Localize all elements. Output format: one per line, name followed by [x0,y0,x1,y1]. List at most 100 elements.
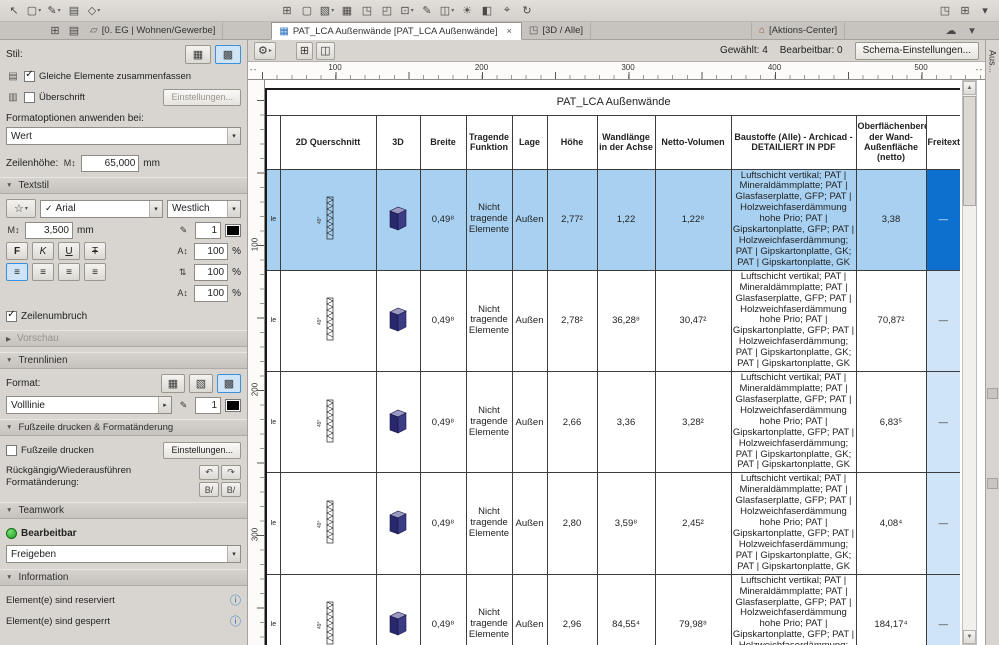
separator-style-1-button[interactable]: ▦ [161,374,185,393]
section-fusszeile[interactable]: ▼ Fußzeile drucken & Formatänderung [0,419,247,436]
cell-tragende-funktion[interactable]: Nicht tragende Elemente [465,168,513,271]
cell-hoehe[interactable]: 2,78² [546,269,598,373]
section-textstil[interactable]: ▼ Textstil [0,177,247,194]
cell-hoehe[interactable]: 2,66 [546,371,598,474]
align-left-button[interactable]: ≡ [6,263,28,281]
section-2d-cell[interactable]: 49° [279,269,377,373]
vertical-scrollbar[interactable]: ▲ ▼ [962,80,977,645]
preview-3d-cell[interactable] [375,371,421,474]
table-row[interactable]: Ie 49° 0,49⁸ Nicht tragende Elemente Auß… [265,269,960,373]
underline-button[interactable]: U [58,242,80,260]
word-wrap-checkbox[interactable]: ✓ [6,310,17,322]
preview-3d-cell[interactable] [375,472,421,575]
cell-breite[interactable]: 0,49⁸ [419,371,467,474]
cell-netto-volumen[interactable]: 30,47² [654,269,732,373]
redo-format-icon[interactable]: B/ [221,482,241,497]
toolbar-more-icon[interactable]: ▾ [976,2,994,19]
cell-wandlaenge[interactable]: 84,55⁴ [596,573,656,645]
column-header[interactable] [265,114,281,170]
merge-elements-checkbox[interactable]: ✓ [24,70,35,82]
line-pen-input[interactable]: 1 [195,396,221,414]
font-size-input[interactable]: 3,500 [25,221,73,239]
column-header[interactable]: Netto-Volumen [654,114,732,170]
panel-handle[interactable] [987,478,998,489]
cell-wandlaenge[interactable]: 3,36 [596,371,656,474]
column-header[interactable]: 3D [375,114,421,170]
table-row[interactable]: Ie 49° 0,49⁸ Nicht tragende Elemente Auß… [265,371,960,474]
select-arrow-icon[interactable]: ↖ [5,2,23,19]
merge-uniform-items-icon[interactable]: ⊞ [295,41,314,60]
scroll-down-icon[interactable]: ▼ [963,630,976,644]
cell-oberflaeche[interactable]: 6,83⁵ [855,371,927,474]
cell-tragende-funktion[interactable]: Nicht tragende Elemente [465,269,513,373]
column-header[interactable]: Höhe [546,114,598,170]
cell-oberflaeche[interactable]: 70,87² [855,269,927,373]
info-icon[interactable]: ⓘ [230,592,241,608]
release-button[interactable]: Freigeben ▾ [6,545,241,563]
vertical-ruler[interactable]: 100 200 300 [248,80,265,645]
undo-icon[interactable]: ↶ [199,465,219,480]
tab-list-dropdown-icon[interactable]: ▾ [963,22,981,39]
snap-icon[interactable]: ◇ ▾ [85,2,103,19]
footer-settings-button[interactable]: Einstellungen... [163,441,241,459]
align-justify-button[interactable]: ≡ [84,263,106,281]
arrange-windows-icon[interactable]: ◳ [936,2,954,19]
cell-netto-volumen[interactable]: 3,28² [654,371,732,474]
cell-oberflaeche[interactable]: 3,38 [855,168,927,271]
separator-style-3-button[interactable]: ▩ [217,374,241,393]
cell-baustoffe[interactable]: Luftschicht vertikal; PAT | Mineraldämmp… [730,472,857,575]
font-script-select[interactable]: Westlich ▾ [167,199,241,218]
editing-plane-icon[interactable]: ▦ [338,2,356,19]
preview-3d-cell[interactable] [375,168,421,271]
table-row[interactable]: Ie 49° 0,49⁸ Nicht tragende Elemente Auß… [265,472,960,575]
headline-checkbox[interactable] [24,91,35,103]
cell-wandlaenge[interactable]: 3,59⁸ [596,472,656,575]
snap-grid-icon[interactable]: ▢ [298,2,316,19]
column-header[interactable]: 2D Querschnitt [279,114,377,170]
cell-oberflaeche[interactable]: 184,17⁴ [855,573,927,645]
line-type-select[interactable]: Volllinie ▸ [6,396,172,414]
cell-oberflaeche[interactable]: 4,08⁴ [855,472,927,575]
cell-breite[interactable]: 0,49⁸ [419,269,467,373]
cell-tragende-funktion[interactable]: Nicht tragende Elemente [465,472,513,575]
cell-breite[interactable]: 0,49⁸ [419,168,467,271]
suspend-groups-icon[interactable]: ◰ [378,2,396,19]
preview-3d-cell[interactable] [375,573,421,645]
font-family-select[interactable]: ✓ Arial ▾ [40,199,163,218]
schedule-sheet[interactable]: PAT_LCA Außenwände 2D Querschnitt 3D Breit… [265,80,960,645]
info-icon[interactable]: ⓘ [230,613,241,629]
format-apply-select[interactable]: Wert ▾ [6,127,241,145]
tab-action-center[interactable]: ⌂ [Aktions-Center] [751,22,846,39]
column-header[interactable]: Oberflächenbereich der Wand-Außenfläche … [855,114,927,170]
rebuild-icon[interactable]: ↻ [518,2,536,19]
scroll-up-icon[interactable]: ▲ [963,81,976,95]
column-header[interactable]: Breite [419,114,467,170]
tab-schedule[interactable]: ▦ PAT_LCA Außenwände [PAT_LCA Außenwände]… [271,22,522,40]
magic-wand-icon[interactable]: ✎ [418,2,436,19]
style-option-2-button[interactable]: ▩ [215,45,241,64]
horizontal-ruler[interactable]: -- -- 100 200 300 400 500 [248,62,985,80]
apply-format-icon[interactable]: ◫ [316,41,335,60]
cell-baustoffe[interactable]: Luftschicht vertikal; PAT | Mineraldämmp… [730,573,857,645]
strikethrough-button[interactable]: Ŧ [84,242,106,260]
trace-reference-icon[interactable]: ◫ ▾ [438,2,456,19]
column-header[interactable]: Freitext [925,114,960,170]
cell-wandlaenge[interactable]: 1,22 [596,168,656,271]
section-2d-cell[interactable]: 49° [279,168,377,271]
cell-breite[interactable]: 0,49⁸ [419,573,467,645]
line-spacing-input[interactable]: 100 [194,242,229,260]
char-spacing-input[interactable]: 100 [194,284,229,302]
cell-breite[interactable]: 0,49⁸ [419,472,467,575]
italic-button[interactable]: K [32,242,54,260]
cell-tragende-funktion[interactable]: Nicht tragende Elemente [465,573,513,645]
undo-format-icon[interactable]: B/ [199,482,219,497]
section-teamwork[interactable]: ▼ Teamwork [0,502,247,519]
separator-style-2-button[interactable]: ▧ [189,374,213,393]
cell-baustoffe[interactable]: Luftschicht vertikal; PAT | Mineraldämmp… [730,269,857,373]
align-center-button[interactable]: ≡ [32,263,54,281]
new-window-icon[interactable]: ⊞ [956,2,974,19]
scheme-settings-gear-button[interactable]: ⚙ ▸ [254,41,276,60]
tab-3d[interactable]: ◳ [3D / Alle] [522,22,591,39]
groups-icon[interactable]: ◳ [358,2,376,19]
headline-settings-button[interactable]: Einstellungen... [163,88,241,106]
